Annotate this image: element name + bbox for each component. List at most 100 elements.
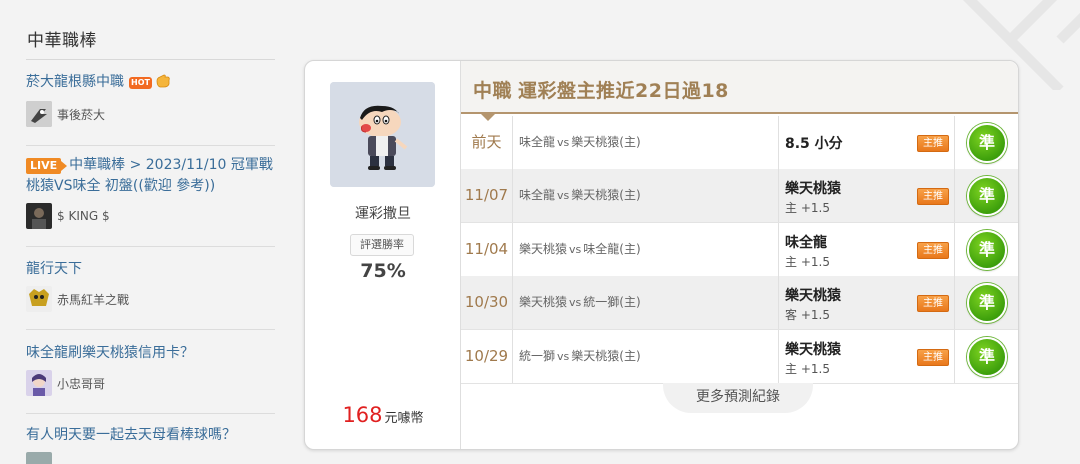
win-rate-value: 75% <box>360 260 406 282</box>
pick-handicap: 主 +1.5 <box>785 362 830 376</box>
records-header: 中職 運彩盤主推近22日過18 <box>461 61 1018 121</box>
sidebar: 中華職棒 菸大龍根縣中職 HOT 事後菸大 LIVE 中華職棒 > 2023/11/… <box>26 0 275 464</box>
record-matchup: 味全龍 vs 樂天桃猿(主) <box>519 116 641 169</box>
price-amount[interactable]: 168 <box>342 403 382 427</box>
records-headline: 運彩盤主推近22日過18 <box>518 80 729 102</box>
thumbs-up-hand-icon <box>155 74 171 95</box>
avatar[interactable] <box>26 452 52 464</box>
tipster-avatar[interactable] <box>330 82 435 187</box>
forum-post[interactable]: 有人明天要一起去天母看棒球嗎？ <box>26 425 275 464</box>
record-date: 11/07 <box>461 169 513 222</box>
result-correct-badge: 準 <box>967 176 1007 216</box>
records-title: 中職 運彩盤主推近22日過18 <box>473 76 729 103</box>
pick-handicap: 主 +1.5 <box>785 201 830 215</box>
forum-post[interactable]: 龍行天下 赤馬紅羊之戰 <box>26 259 275 312</box>
record-row[interactable]: 前天 味全龍 vs 樂天桃猿(主) 8.5 小分 主推 準 <box>461 116 1018 170</box>
forum-post[interactable]: 味全龍刷樂天桃猿信用卡？ 小忠哥哥 <box>26 343 275 396</box>
record-matchup: 樂天桃猿 vs 統一獅(主) <box>519 276 641 329</box>
forum-post[interactable]: LIVE 中華職棒 > 2023/11/10 冠軍戰 桃猿VS味全 初盤((歡迎 … <box>26 155 275 229</box>
record-matchup: 樂天桃猿 vs 味全龍(主) <box>519 223 641 276</box>
price[interactable]: 168 元噱幣 <box>305 403 461 427</box>
post-divider <box>26 246 275 247</box>
post-divider <box>26 329 275 330</box>
home-team: 樂天桃猿(主) <box>571 135 641 149</box>
record-pick: 味全龍 主 +1.5 主推 <box>778 223 955 276</box>
pick-selection: 樂天桃猿 <box>785 288 841 304</box>
post-author[interactable]: 事後菸大 <box>26 101 275 127</box>
author-name[interactable]: 赤馬紅羊之戰 <box>57 291 129 308</box>
post-title-text[interactable]: 菸大龍根縣中職 <box>26 74 124 90</box>
main-pick-badge: 主推 <box>917 188 949 205</box>
pick-handicap: 主 +1.5 <box>785 255 830 269</box>
record-pick: 樂天桃猿 主 +1.5 主推 <box>778 169 955 222</box>
more-records-button[interactable]: 更多預測紀錄 <box>663 383 813 413</box>
price-unit[interactable]: 元噱幣 <box>385 411 424 426</box>
record-row[interactable]: 11/04 樂天桃猿 vs 味全龍(主) 味全龍 主 +1.5 主推 準 <box>461 223 1018 277</box>
post-title-link[interactable]: 有人明天要一起去天母看棒球嗎？ <box>26 425 275 446</box>
avatar[interactable] <box>26 286 52 312</box>
live-badge: LIVE <box>26 158 68 174</box>
pick-handicap: 客 +1.5 <box>785 308 830 322</box>
record-row[interactable]: 10/29 統一獅 vs 樂天桃猿(主) 樂天桃猿 主 +1.5 主推 準 <box>461 330 1018 384</box>
sidebar-title: 中華職棒 <box>27 31 97 51</box>
author-name[interactable]: $ KING $ <box>57 209 110 223</box>
post-divider <box>26 413 275 414</box>
post-author[interactable]: $ KING $ <box>26 203 275 229</box>
record-pick: 樂天桃猿 客 +1.5 主推 <box>778 276 955 329</box>
author-name[interactable]: 事後菸大 <box>57 106 105 123</box>
pick-selection: 樂天桃猿 <box>785 181 841 197</box>
tipster-profile: 運彩撒旦 評選勝率 75% 168 元噱幣 <box>305 61 461 449</box>
record-date: 10/29 <box>461 330 513 383</box>
main-pick-badge: 主推 <box>917 242 949 259</box>
author-name[interactable]: 小忠哥哥 <box>57 375 105 392</box>
record-row[interactable]: 10/30 樂天桃猿 vs 統一獅(主) 樂天桃猿 客 +1.5 主推 準 <box>461 276 1018 330</box>
away-team: 味全龍 <box>519 188 556 202</box>
record-date: 10/30 <box>461 276 513 329</box>
record-pick: 8.5 小分 主推 <box>778 116 955 169</box>
forum-post[interactable]: 菸大龍根縣中職 HOT 事後菸大 <box>26 72 275 127</box>
result-correct-badge: 準 <box>967 283 1007 323</box>
vs-label: vs <box>569 296 582 309</box>
post-author[interactable]: 赤馬紅羊之戰 <box>26 286 275 312</box>
cartoon-boy-icon <box>330 82 435 187</box>
post-author[interactable] <box>26 452 275 464</box>
vs-label: vs <box>557 350 570 363</box>
result-correct-badge: 準 <box>967 123 1007 163</box>
prediction-records: 中職 運彩盤主推近22日過18 前天 味全龍 vs 樂天桃猿(主) 8.5 小分 主推… <box>461 61 1018 449</box>
post-title-link[interactable]: LIVE 中華職棒 > 2023/11/10 冠軍戰 桃猿VS味全 初盤((歡迎 … <box>26 155 275 197</box>
home-team: 統一獅(主) <box>583 295 641 309</box>
pick-selection: 8.5 小分 <box>785 136 843 152</box>
away-team: 樂天桃猿 <box>519 295 568 309</box>
record-row[interactable]: 11/07 味全龍 vs 樂天桃猿(主) 樂天桃猿 主 +1.5 主推 準 <box>461 169 1018 223</box>
record-date: 前天 <box>461 116 513 169</box>
post-title-link[interactable]: 菸大龍根縣中職 HOT <box>26 72 275 95</box>
post-divider <box>26 145 275 146</box>
hot-badge: HOT <box>129 77 152 89</box>
home-team: 味全龍(主) <box>583 242 641 256</box>
avatar[interactable] <box>26 203 52 229</box>
win-rate-label: 評選勝率 <box>350 234 414 256</box>
vs-label: vs <box>557 189 570 202</box>
record-matchup: 味全龍 vs 樂天桃猿(主) <box>519 169 641 222</box>
record-pick: 樂天桃猿 主 +1.5 主推 <box>778 330 955 383</box>
post-title-link[interactable]: 味全龍刷樂天桃猿信用卡？ <box>26 343 275 364</box>
home-team: 樂天桃猿(主) <box>571 349 641 363</box>
record-date: 11/04 <box>461 223 513 276</box>
tipster-name[interactable]: 運彩撒旦 <box>305 203 461 223</box>
result-correct-badge: 準 <box>967 337 1007 377</box>
result-correct-badge: 準 <box>967 230 1007 270</box>
post-author[interactable]: 小忠哥哥 <box>26 370 275 396</box>
home-team: 樂天桃猿(主) <box>571 188 641 202</box>
away-team: 統一獅 <box>519 349 556 363</box>
avatar[interactable] <box>26 370 52 396</box>
pick-selection: 味全龍 <box>785 235 827 251</box>
avatar[interactable] <box>26 101 52 127</box>
vs-label: vs <box>557 136 570 149</box>
tipster-card: 運彩撒旦 評選勝率 75% 168 元噱幣 中職 運彩盤主推近22日過18 前天 味… <box>304 60 1019 450</box>
sidebar-divider <box>26 59 275 60</box>
record-matchup: 統一獅 vs 樂天桃猿(主) <box>519 330 641 383</box>
pick-selection: 樂天桃猿 <box>785 342 841 358</box>
post-title-link[interactable]: 龍行天下 <box>26 259 275 280</box>
main-pick-badge: 主推 <box>917 295 949 312</box>
main-pick-badge: 主推 <box>917 349 949 366</box>
